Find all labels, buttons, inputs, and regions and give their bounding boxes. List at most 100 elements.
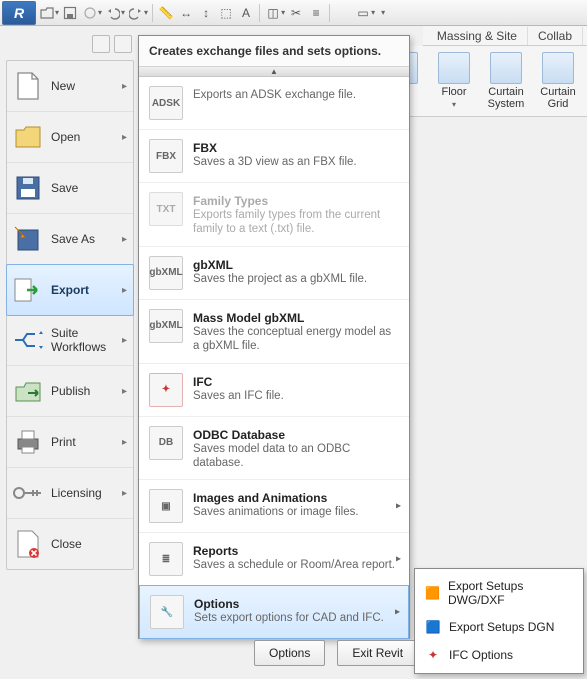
app-menu-label: Export — [51, 283, 114, 297]
export-mass-gbxml[interactable]: gbXML Mass Model gbXML Saves the concept… — [139, 300, 409, 364]
ribbon-item-floor[interactable]: Floor ▾ — [431, 52, 477, 110]
submenu-arrow-icon: ▸ — [122, 386, 127, 397]
ribbon-tab[interactable]: Collab — [528, 27, 583, 45]
adsk-file-icon: ADSK — [149, 86, 183, 120]
flyout-ifc-options[interactable]: ✦ IFC Options — [415, 641, 583, 669]
save-disk-icon — [13, 173, 43, 203]
options-wrench-icon: 🔧 — [150, 595, 184, 629]
workflows-icon — [13, 325, 43, 355]
app-menu-save-as[interactable]: Save As ▸ — [7, 214, 133, 265]
app-menu-save[interactable]: Save — [7, 163, 133, 214]
submenu-title: gbXML — [193, 258, 399, 272]
submenu-title: FBX — [193, 141, 399, 155]
export-odbc[interactable]: DB ODBC Database Saves model data to an … — [139, 417, 409, 481]
ribbon-tabs: Massing & Site Collab — [423, 26, 587, 46]
submenu-arrow-icon: ▸ — [122, 437, 127, 448]
toolbar-separator — [259, 4, 260, 22]
app-menu-export[interactable]: Export ▸ — [6, 264, 134, 316]
submenu-title: Images and Animations — [193, 491, 399, 505]
redo-icon[interactable] — [127, 3, 145, 23]
submenu-header: Creates exchange files and sets options. — [139, 36, 409, 67]
flyout-export-setups-dwg-dxf[interactable]: 🟧 Export Setups DWG/DXF — [415, 573, 583, 613]
flyout-export-setups-dgn[interactable]: 🟦 Export Setups DGN — [415, 613, 583, 641]
recent-grid-icon[interactable] — [114, 35, 132, 53]
submenu-text: gbXML Saves the project as a gbXML file. — [193, 256, 399, 286]
app-menu-footer: Options Exit Revit — [254, 640, 418, 666]
dropdown-caret-icon[interactable]: ▾ — [281, 8, 285, 17]
export-adsk[interactable]: ADSK Exports an ADSK exchange file. — [139, 77, 409, 130]
submenu-title: Mass Model gbXML — [193, 311, 399, 325]
curtain-system-icon — [490, 52, 522, 84]
export-icon — [13, 275, 43, 305]
section-icon[interactable]: ✂ — [287, 3, 305, 23]
submenu-title: IFC — [193, 375, 399, 389]
export-fbx[interactable]: FBX FBX Saves a 3D view as an FBX file. — [139, 130, 409, 183]
export-reports[interactable]: ≣ Reports Saves a schedule or Room/Area … — [139, 533, 409, 586]
submenu-text: IFC Saves an IFC file. — [193, 373, 399, 403]
measure-icon[interactable]: 📏 — [157, 3, 175, 23]
text-icon[interactable]: A — [237, 3, 255, 23]
sync-icon[interactable] — [81, 3, 99, 23]
submenu-arrow-icon: ▸ — [122, 335, 127, 346]
ribbon-tab[interactable]: Massing & Site — [427, 27, 528, 45]
dropdown-caret-icon[interactable]: ▾ — [371, 8, 375, 17]
submenu-text: ODBC Database Saves model data to an ODB… — [193, 426, 399, 471]
undo-icon[interactable] — [104, 3, 122, 23]
submenu-text: Reports Saves a schedule or Room/Area re… — [193, 542, 399, 572]
ribbon-item-curtain-grid[interactable]: Curtain Grid — [535, 52, 581, 110]
export-ifc[interactable]: ✦ IFC Saves an IFC file. — [139, 364, 409, 417]
reports-icon: ≣ — [149, 542, 183, 576]
align-icon[interactable]: ↔ — [177, 3, 195, 23]
app-menu-licensing[interactable]: Licensing ▸ — [7, 468, 133, 519]
toolbar-separator — [329, 4, 330, 22]
submenu-text: Exports an ADSK exchange file. — [193, 86, 399, 102]
recent-list-icon[interactable] — [92, 35, 110, 53]
submenu-text: Options Sets export options for CAD and … — [194, 595, 398, 625]
dropdown-caret-icon[interactable]: ▾ — [144, 8, 148, 17]
app-menu-print[interactable]: Print ▸ — [7, 417, 133, 468]
flyout-label: Export Setups DWG/DXF — [448, 579, 573, 607]
export-gbxml[interactable]: gbXML gbXML Saves the project as a gbXML… — [139, 247, 409, 300]
app-menu-label: Save As — [51, 232, 114, 246]
app-menu-label: Print — [51, 435, 114, 449]
export-images-animations[interactable]: ▣ Images and Animations Saves animations… — [139, 480, 409, 533]
dropdown-caret-icon[interactable]: ▾ — [121, 8, 125, 17]
tag-icon[interactable]: ⬚ — [217, 3, 235, 23]
export-options-flyout: 🟧 Export Setups DWG/DXF 🟦 Export Setups … — [414, 568, 584, 674]
fbx-file-icon: FBX — [149, 139, 183, 173]
app-menu-open[interactable]: Open ▸ — [7, 112, 133, 163]
customize-caret-icon[interactable]: ▾ — [381, 8, 385, 17]
options-button[interactable]: Options — [254, 640, 325, 666]
submenu-scroll-up[interactable]: ▲ — [139, 67, 409, 77]
new-file-icon — [13, 71, 43, 101]
switch-windows-icon[interactable]: ▭ — [354, 3, 372, 23]
licensing-key-icon — [13, 478, 43, 508]
close-hidden-icon[interactable]: �⷟ — [334, 3, 352, 23]
app-menu-suite-workflows[interactable]: Suite Workflows ▸ — [7, 315, 133, 366]
dropdown-caret-icon[interactable]: ▾ — [98, 8, 102, 17]
export-options[interactable]: 🔧 Options Sets export options for CAD an… — [139, 585, 409, 639]
revit-app-button[interactable]: R — [2, 1, 36, 25]
app-menu-new[interactable]: New ▸ — [7, 61, 133, 112]
submenu-title: Options — [194, 597, 398, 611]
dropdown-caret-icon[interactable]: ▾ — [55, 8, 59, 17]
view3d-icon[interactable]: ◫ — [264, 3, 282, 23]
submenu-arrow-icon: ▸ — [396, 501, 401, 512]
submenu-arrow-icon: ▸ — [395, 607, 400, 618]
images-icon: ▣ — [149, 489, 183, 523]
app-menu-label: Close — [51, 537, 127, 551]
publish-icon — [13, 376, 43, 406]
dimension-icon[interactable]: ↕ — [197, 3, 215, 23]
thin-lines-icon[interactable]: ≡ — [307, 3, 325, 23]
app-menu-label: New — [51, 79, 114, 93]
save-icon[interactable] — [61, 3, 79, 23]
save-as-icon — [13, 224, 43, 254]
exit-revit-button[interactable]: Exit Revit — [337, 640, 418, 666]
app-menu-close[interactable]: Close — [7, 519, 133, 569]
submenu-arrow-icon: ▸ — [122, 132, 127, 143]
ribbon-item-curtain-system[interactable]: Curtain System — [483, 52, 529, 110]
app-menu-publish[interactable]: Publish ▸ — [7, 366, 133, 417]
submenu-desc: Saves the project as a gbXML file. — [193, 272, 399, 286]
print-icon — [13, 427, 43, 457]
open-icon[interactable] — [38, 3, 56, 23]
